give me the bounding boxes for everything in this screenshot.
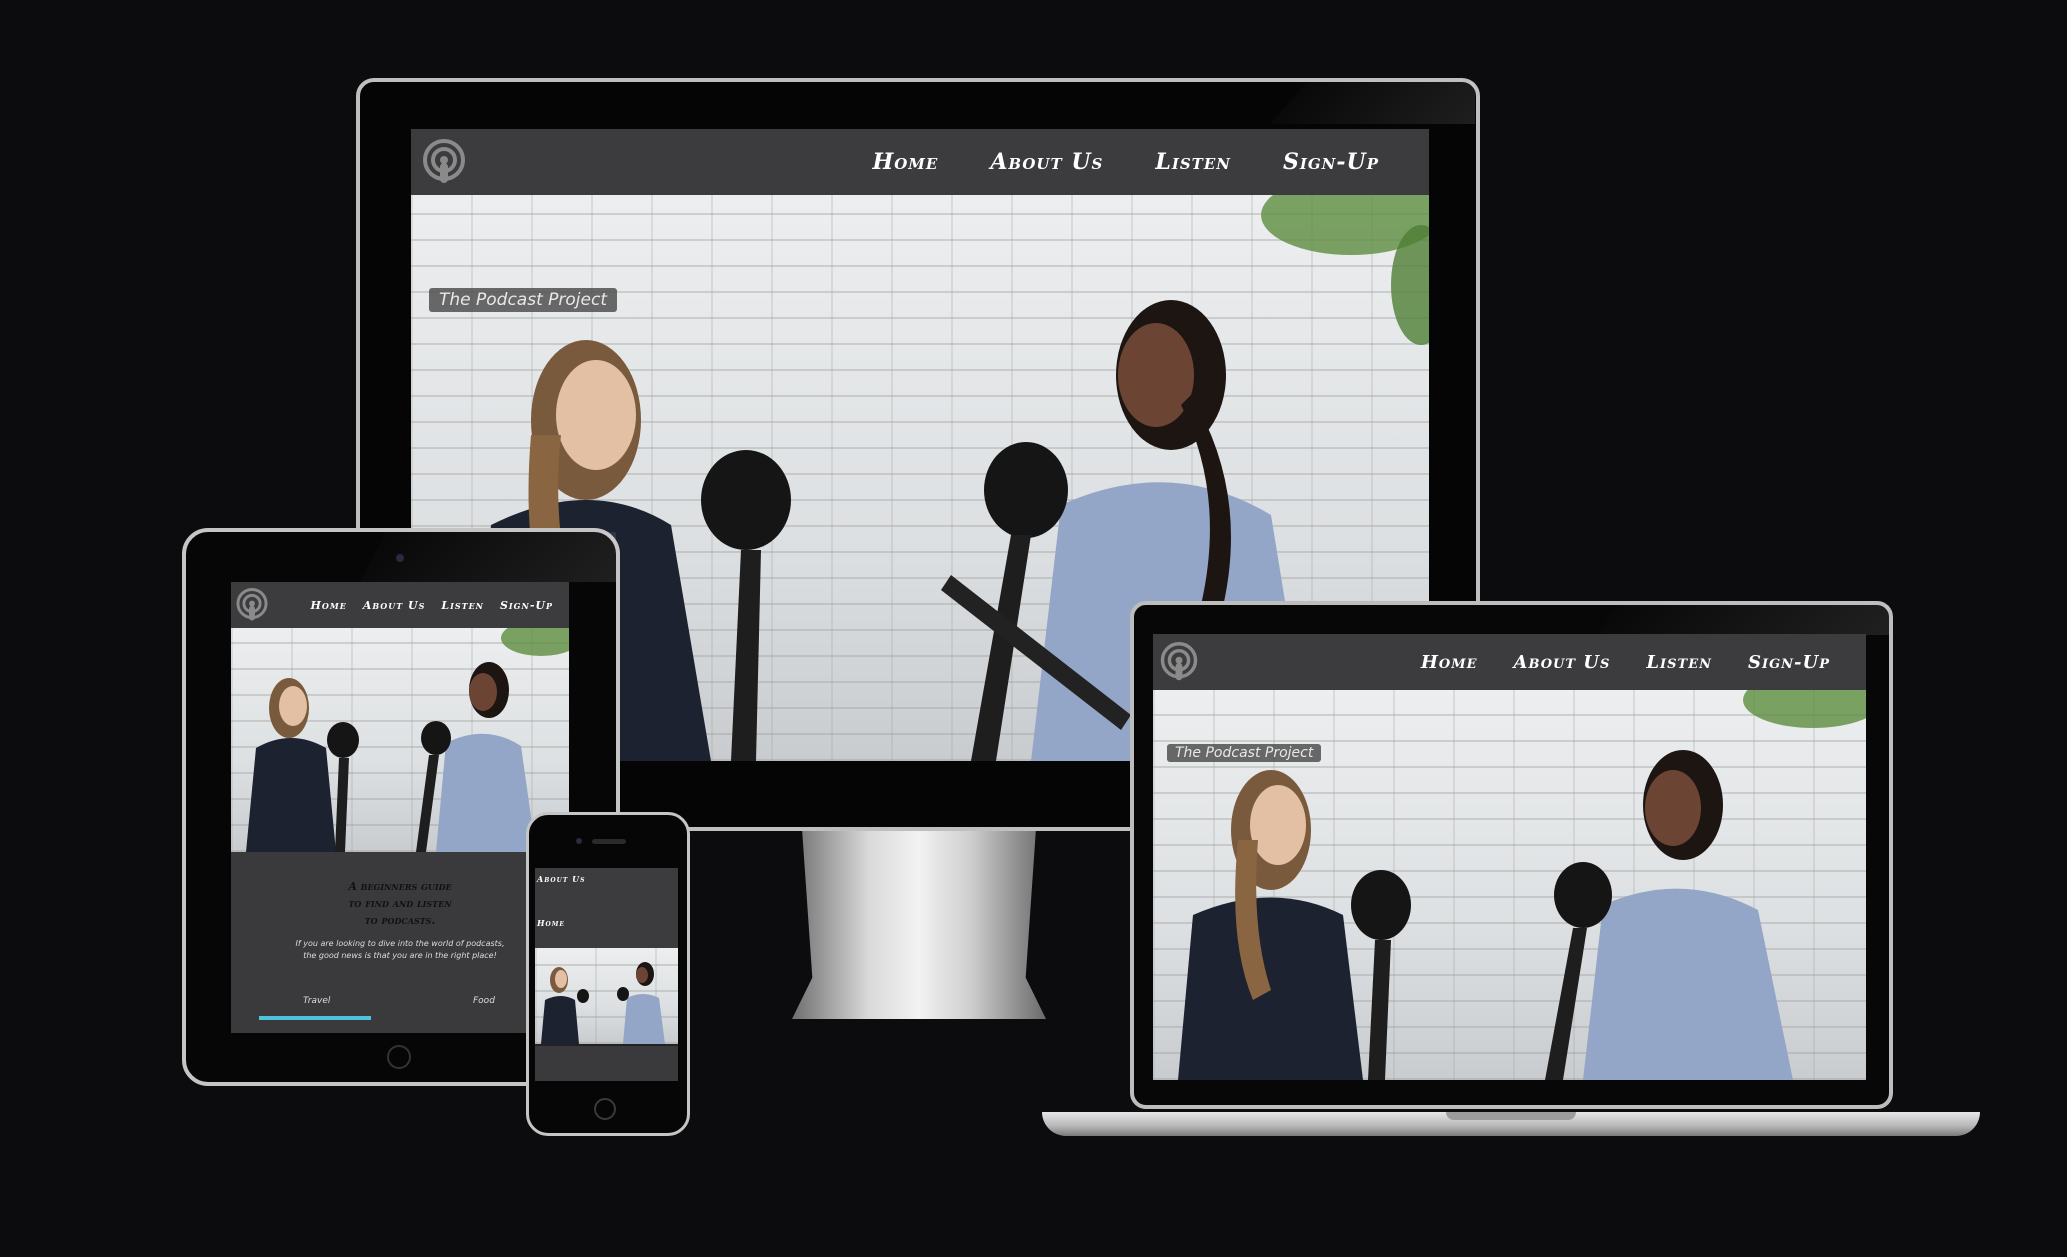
- laptop-navbar: Home About Us Listen Sign-Up: [1153, 634, 1866, 690]
- nav-listen[interactable]: Listen: [1155, 149, 1231, 175]
- phone-camera: [576, 838, 582, 844]
- hero-image: The Podcast Project: [1153, 690, 1866, 1080]
- nav-listen[interactable]: Listen: [441, 599, 484, 612]
- phone-speaker: [592, 839, 626, 844]
- tablet-screen: Home About Us Listen Sign-Up A beginners…: [231, 582, 569, 1033]
- category-food[interactable]: Food: [473, 996, 495, 1006]
- phone-divider: [535, 1044, 678, 1046]
- hero-tagline: The Podcast Project: [429, 288, 617, 312]
- laptop-notch: [1446, 1112, 1576, 1120]
- category-travel[interactable]: Travel: [303, 996, 330, 1006]
- tablet-navbar: Home About Us Listen Sign-Up: [231, 582, 569, 628]
- nav-home[interactable]: Home: [537, 918, 565, 928]
- phone-navbar: About Us Home: [535, 868, 678, 948]
- nav-about-us[interactable]: About Us: [363, 599, 426, 612]
- tablet-camera: [396, 554, 404, 562]
- laptop-screen: Home About Us Listen Sign-Up The Podcast…: [1153, 634, 1866, 1080]
- nav-about-us[interactable]: About Us: [537, 874, 585, 884]
- desktop-navbar: Home About Us Listen Sign-Up: [411, 129, 1429, 195]
- nav-listen[interactable]: Listen: [1646, 652, 1712, 673]
- nav-about-us[interactable]: About Us: [990, 149, 1103, 175]
- category-travel-underline: [259, 1016, 371, 1020]
- podcast-icon[interactable]: [421, 139, 467, 185]
- phone-home-button[interactable]: [594, 1098, 616, 1120]
- tablet-hero-section: A beginners guide to find and listen to …: [231, 858, 569, 978]
- nav-about-us[interactable]: About Us: [1514, 652, 1611, 673]
- podcast-icon[interactable]: [1159, 642, 1199, 682]
- nav-sign-up[interactable]: Sign-Up: [1748, 652, 1830, 673]
- tablet-home-button[interactable]: [387, 1045, 411, 1069]
- nav-sign-up[interactable]: Sign-Up: [500, 599, 553, 612]
- hero-image: [231, 628, 569, 852]
- nav-sign-up[interactable]: Sign-Up: [1283, 149, 1379, 175]
- desktop-stand: [792, 831, 1046, 1019]
- category-tabs: Travel Food: [231, 982, 569, 1033]
- laptop-glare: [1598, 605, 1889, 635]
- hero-tagline: The Podcast Project: [1167, 744, 1322, 762]
- nav-home[interactable]: Home: [1421, 652, 1478, 673]
- phone-screen: About Us Home: [535, 868, 678, 1081]
- hero-text: If you are looking to dive into the worl…: [295, 939, 505, 960]
- nav-home[interactable]: Home: [872, 149, 938, 175]
- hero-heading: A beginners guide to find and listen to …: [348, 880, 452, 927]
- hero-image: [535, 948, 678, 1044]
- nav-home[interactable]: Home: [310, 599, 346, 612]
- podcast-icon[interactable]: [235, 588, 269, 622]
